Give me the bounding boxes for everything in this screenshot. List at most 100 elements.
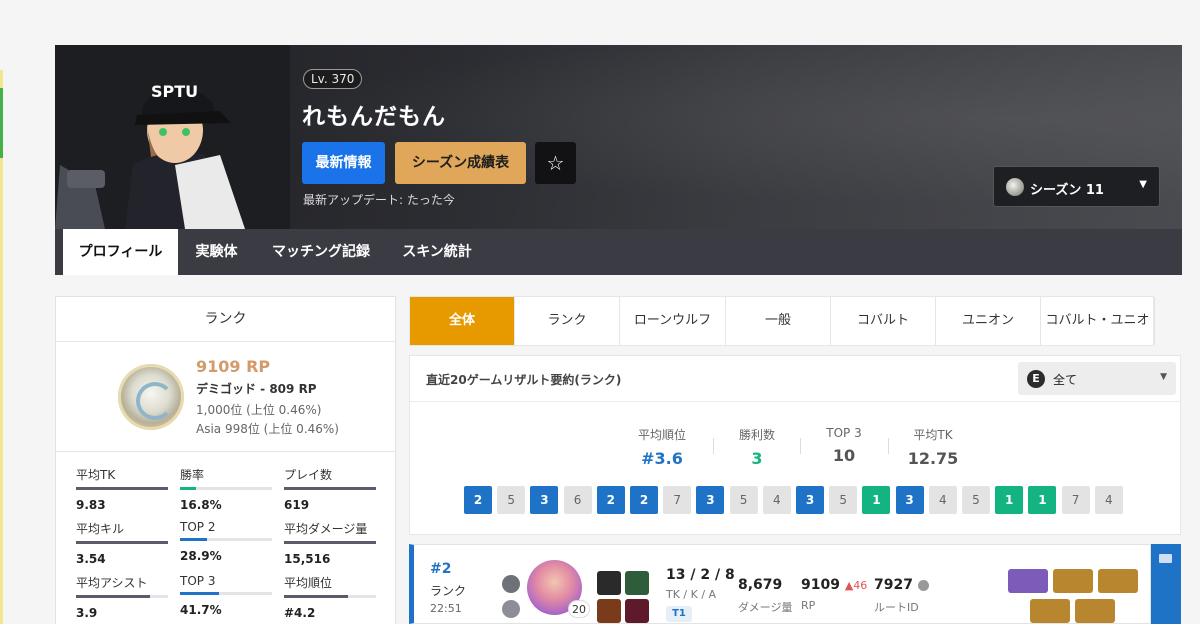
placement-badge[interactable]: 3 — [696, 486, 725, 514]
stat-divider — [713, 438, 714, 454]
profile-nav: プロフィール 実験体 マッチング記録 スキン統計 — [55, 229, 1182, 275]
season-record-button[interactable]: シーズン成績表 — [395, 142, 526, 184]
tab-all[interactable]: 全体 — [410, 297, 515, 345]
video-icon — [1159, 554, 1172, 563]
stat-bar — [284, 541, 376, 544]
match-kda: 13 / 2 / 8 — [666, 567, 735, 583]
tab-cobalt-union[interactable]: コバルト・ユニオン — [1041, 297, 1155, 376]
placement-badge[interactable]: 4 — [762, 486, 791, 514]
tab-characters[interactable]: 実験体 — [179, 229, 254, 275]
route-id: 7927 — [874, 577, 913, 593]
placement-badge[interactable]: 2 — [630, 486, 658, 514]
stat-value: 41.7% — [180, 603, 222, 617]
stat-bar — [284, 595, 376, 598]
tab-profile[interactable]: プロフィール — [63, 229, 178, 275]
stat-bar — [180, 592, 272, 595]
rank-stat: 平均アシスト 3.9 — [76, 574, 168, 620]
summary-stat-label: TOP 3 — [826, 426, 862, 440]
placement-badge[interactable]: 7 — [663, 486, 692, 514]
stat-bar-fill — [284, 487, 376, 490]
rank-stat: 平均ダメージ量 15,516 — [284, 520, 376, 566]
summary-stat-label: 平均TK — [913, 428, 953, 442]
tab-skin-stats[interactable]: スキン統計 — [388, 229, 486, 275]
placement-badge[interactable]: 3 — [530, 486, 559, 514]
match-row[interactable]: #2 ランク 22:51 20 13 / 2 / 8 TK / K / A T1… — [409, 544, 1151, 624]
match-rp: 9109 ▲46 — [801, 577, 867, 593]
placement-badge[interactable]: 2 — [596, 486, 625, 514]
rank-stat: プレイ数 619 — [284, 466, 376, 512]
stat-label: 平均順位 — [284, 576, 333, 590]
stat-label: 平均ダメージ量 — [284, 522, 368, 536]
rank-summary: 9109 RP デミゴッド - 809 RP 1,000位 (上位 0.46%)… — [56, 342, 395, 452]
tab-union[interactable]: ユニオン — [936, 297, 1041, 345]
placement-badge[interactable]: 2 — [464, 486, 492, 514]
rank-rp: 9109 RP — [196, 357, 271, 376]
svg-text:SPTU: SPTU — [151, 82, 198, 101]
placement-badge[interactable]: 5 — [829, 486, 858, 514]
rank-stat: TOP 3 41.7% — [180, 574, 272, 617]
placement-badge[interactable]: 4 — [1094, 486, 1123, 514]
placement-badge[interactable]: 7 — [1061, 486, 1090, 514]
stat-label: 平均キル — [76, 522, 125, 536]
trait-icon-1 — [597, 571, 621, 595]
update-button[interactable]: 最新情報 — [302, 142, 385, 184]
match-route: 7927 — [874, 577, 929, 593]
region-rank: Asia 998位 (上位 0.46%) — [196, 422, 339, 436]
season-select-label: シーズン 11 — [1030, 183, 1104, 198]
arm-item-icon — [1030, 599, 1070, 623]
mode-select[interactable]: E 全て ▼ — [1018, 362, 1176, 395]
season-select[interactable]: シーズン 11 ▼ — [993, 166, 1160, 207]
rank-card: ランク 9109 RP デミゴッド - 809 RP 1,000位 (上位 0.… — [55, 296, 396, 624]
placement-badge[interactable]: 5 — [729, 486, 758, 514]
placement-badge[interactable]: 3 — [895, 486, 924, 514]
summary-stat-value: 3 — [751, 449, 763, 468]
damage-label: ダメージ量 — [738, 601, 793, 614]
stat-value: #4.2 — [284, 606, 316, 620]
tab-lone-wolf[interactable]: ローンウルフ — [620, 297, 726, 345]
replay-button[interactable] — [1151, 544, 1181, 624]
placement-badge[interactable]: 1 — [1028, 486, 1057, 514]
placement-badge[interactable]: 3 — [796, 486, 824, 514]
stat-divider — [888, 438, 889, 454]
augment-icon — [625, 599, 649, 623]
rank-stat: TOP 2 28.9% — [180, 520, 272, 563]
stat-label: 平均アシスト — [76, 576, 148, 590]
recent-games-summary: 直近20ゲームリザルト要約(ランク) E 全て ▼ 平均順位 #3.6 勝利数 3 TO… — [409, 355, 1181, 535]
tab-rank[interactable]: ランク — [515, 297, 620, 345]
stat-label: プレイ数 — [284, 468, 333, 482]
tab-cobalt[interactable]: コバルト — [831, 297, 936, 345]
tab-normal[interactable]: 一般 — [726, 297, 831, 345]
favorite-button[interactable]: ☆ — [535, 142, 576, 184]
placement-badge[interactable]: 5 — [962, 486, 990, 514]
placement-badge[interactable]: 6 — [563, 486, 592, 514]
stat-label: TOP 2 — [180, 520, 216, 534]
stat-value: 15,516 — [284, 552, 331, 566]
placement-badge[interactable]: 1 — [862, 486, 891, 514]
stat-value: 619 — [284, 498, 310, 512]
tier-badge: T1 — [666, 606, 692, 622]
placement-badge[interactable]: 1 — [995, 486, 1024, 514]
summary-stat-value: #3.6 — [641, 449, 683, 468]
side-strip-accent — [0, 88, 3, 158]
summary-title: 直近20ゲームリザルト要約(ランク) — [426, 373, 622, 387]
rp-value: 9109 — [801, 577, 840, 593]
global-rank: 1,000位 (上位 0.46%) — [196, 403, 322, 417]
stat-bar — [180, 538, 272, 541]
placement-badge[interactable]: 4 — [928, 486, 957, 514]
stat-value: 9.83 — [76, 498, 106, 512]
match-mode: ランク — [430, 584, 467, 598]
stat-bar-fill — [180, 592, 219, 595]
weather-icon — [502, 600, 520, 618]
side-strip — [0, 70, 3, 624]
rank-stat: 平均キル 3.54 — [76, 520, 168, 566]
placement-badge[interactable]: 5 — [497, 486, 526, 514]
kda-label: TK / K / A — [666, 588, 717, 601]
tab-match-history[interactable]: マッチング記録 — [260, 229, 382, 275]
mode-select-label: 全て — [1053, 373, 1078, 387]
rank-tier: デミゴッド - 809 RP — [196, 382, 317, 396]
stat-value: 3.9 — [76, 606, 98, 620]
info-icon[interactable] — [917, 579, 929, 591]
stat-bar-fill — [180, 487, 196, 490]
stat-value: 16.8% — [180, 498, 222, 512]
wins-stat: 勝利数 3 — [717, 426, 797, 468]
